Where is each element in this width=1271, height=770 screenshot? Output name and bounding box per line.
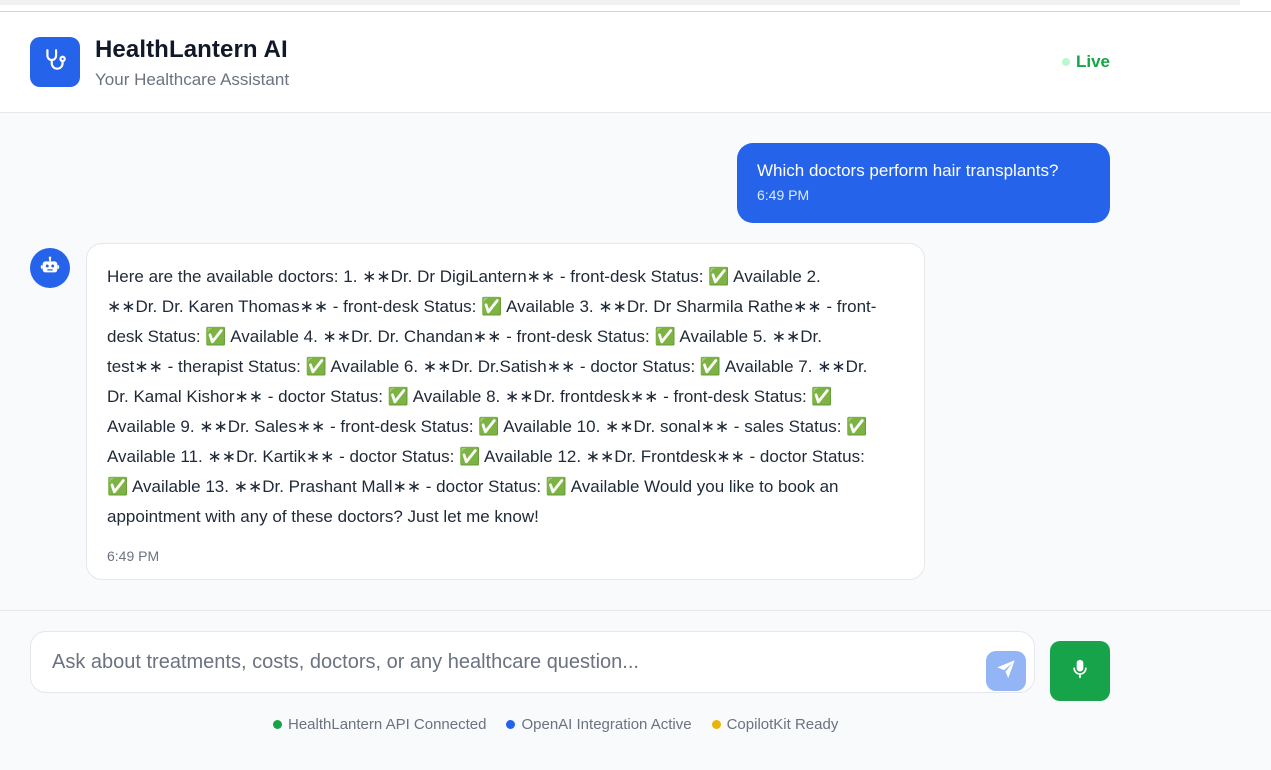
send-button[interactable]: [986, 651, 1026, 691]
live-status-label: Live: [1076, 52, 1111, 71]
status-api-label: HealthLantern API Connected: [288, 716, 487, 733]
assistant-message-time: 6:49 PM: [107, 548, 160, 564]
status-copilotkit-label: CopilotKit Ready: [726, 716, 839, 733]
composer-divider: [0, 610, 1271, 611]
chat-input[interactable]: [31, 632, 971, 692]
user-message-text: Which doctors perform hair transplants?: [757, 161, 1059, 180]
app-logo: [30, 37, 80, 87]
status-openai-label: OpenAI Integration Active: [521, 716, 692, 733]
status-dot-icon: [273, 720, 282, 729]
integration-status-bar: HealthLantern API Connected OpenAI Integ…: [273, 716, 838, 733]
send-icon: [995, 658, 1017, 685]
live-dot-icon: [1062, 58, 1070, 66]
composer: [30, 631, 1035, 693]
browser-top-strip: [0, 0, 1271, 12]
user-message-time: 6:49 PM: [757, 187, 810, 203]
microphone-button[interactable]: [1050, 641, 1110, 701]
live-status: Live: [1062, 52, 1110, 72]
status-dot-icon: [506, 720, 516, 729]
status-dot-icon: [711, 720, 721, 729]
top-scrollbar: [0, 0, 1240, 5]
app-subtitle: Your Healthcare Assistant: [95, 70, 290, 89]
assistant-message: Here are the available doctors: 1. ∗∗Dr.…: [86, 243, 925, 580]
assistant-message-text: Here are the available doctors: 1. ∗∗Dr.…: [107, 267, 877, 526]
stethoscope-icon: [42, 47, 68, 78]
app-header: HealthLantern AI Your Healthcare Assista…: [0, 12, 1271, 113]
assistant-avatar: [30, 248, 70, 288]
status-api: HealthLantern API Connected: [273, 716, 486, 733]
status-copilotkit: CopilotKit Ready: [711, 716, 839, 733]
microphone-icon: [1070, 658, 1090, 685]
app-title: HealthLantern AI: [95, 36, 288, 63]
user-message: Which doctors perform hair transplants? …: [737, 143, 1110, 223]
status-openai: OpenAI Integration Active: [506, 716, 692, 733]
robot-icon: [39, 255, 61, 282]
